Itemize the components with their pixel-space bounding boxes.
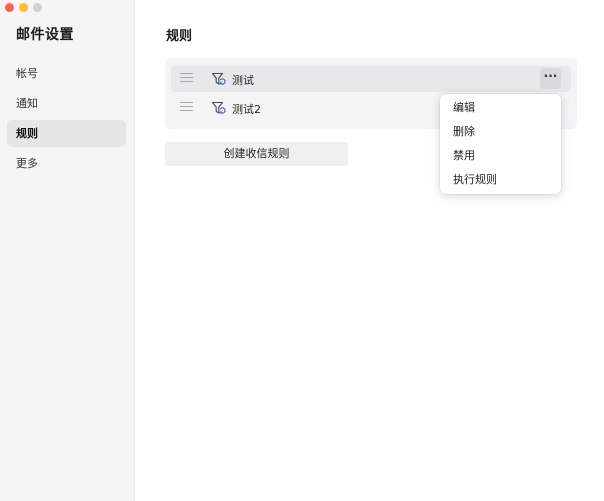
drag-handle-icon[interactable]	[180, 102, 194, 113]
maximize-window-button[interactable]	[33, 3, 42, 12]
rule-name: 测试	[232, 74, 254, 87]
sidebar: 邮件设置 帐号 通知 规则 更多	[0, 0, 135, 501]
drag-handle-icon[interactable]	[180, 73, 194, 84]
filter-rule-icon	[211, 101, 226, 114]
create-rule-button[interactable]: 创建收信规则	[165, 142, 348, 166]
settings-window: 邮件设置 帐号 通知 规则 更多 规则 测试 ··· 测试2 创建收信规则 编辑…	[0, 0, 604, 501]
minimize-window-button[interactable]	[19, 3, 28, 12]
sidebar-item-rules[interactable]: 规则	[7, 120, 126, 147]
window-controls	[5, 3, 42, 12]
sidebar-item-more[interactable]: 更多	[7, 150, 126, 177]
rule-context-menu: 编辑 删除 禁用 执行规则	[440, 94, 561, 194]
rule-name: 测试2	[232, 103, 261, 116]
menu-item-run-rule[interactable]: 执行规则	[440, 168, 561, 192]
menu-item-disable[interactable]: 禁用	[440, 144, 561, 168]
page-title: 规则	[166, 29, 193, 44]
close-window-button[interactable]	[5, 3, 14, 12]
sidebar-item-notifications[interactable]: 通知	[7, 90, 126, 117]
sidebar-nav: 帐号 通知 规则 更多	[7, 60, 126, 180]
menu-item-delete[interactable]: 删除	[440, 120, 561, 144]
menu-item-edit[interactable]: 编辑	[440, 96, 561, 120]
rule-row[interactable]: 测试 ···	[171, 66, 571, 92]
filter-rule-icon	[211, 72, 226, 85]
sidebar-title: 邮件设置	[16, 27, 74, 43]
sidebar-item-account[interactable]: 帐号	[7, 60, 126, 87]
more-options-button[interactable]: ···	[540, 68, 561, 89]
